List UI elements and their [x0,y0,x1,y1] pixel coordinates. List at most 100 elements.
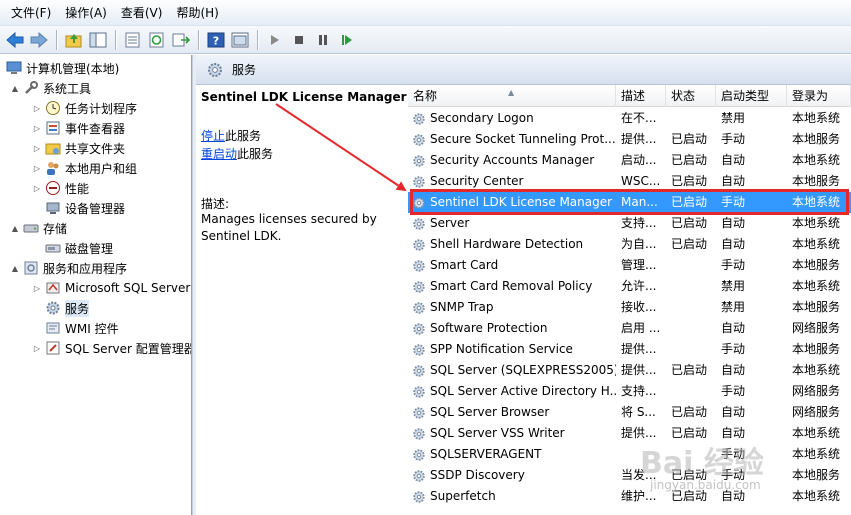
service-status [666,339,716,360]
service-description-pane: Sentinel LDK License Manager 停止此服务 重启动此服… [196,85,407,515]
table-row[interactable]: Smart Card Removal Policy 允许... 禁用 本地系统 [408,276,851,297]
table-row[interactable]: Software Protection 启用 ... 自动 网络服务 [408,318,851,339]
table-row[interactable]: SQL Server VSS Writer 提供... 已启动 自动 本地系统 [408,423,851,444]
tree-item[interactable]: ▷ 本地用户和组 [32,158,137,178]
table-row[interactable]: SNMP Trap 接收... 禁用 本地服务 [408,297,851,318]
menu-help[interactable]: 帮助(H) [169,2,225,24]
column-name[interactable]: 名称 ▲ [408,85,616,107]
table-row[interactable]: Secondary Logon 在不... 禁用 本地系统 [408,108,851,129]
expand-toggle-icon[interactable]: ▷ [32,184,42,193]
tree-item[interactable]: ▲ 系统工具 [10,78,91,98]
service-name-text: Superfetch [430,489,496,503]
tree-item-label: WMI 控件 [65,321,119,336]
menu-file[interactable]: 文件(F) [4,2,58,24]
computer-icon [6,60,22,76]
service-name: Shell Hardware Detection [408,234,616,255]
stop-icon[interactable] [288,29,310,51]
table-row[interactable]: Secure Socket Tunneling Prot... 提供... 已启动手… [408,129,851,150]
refresh-icon[interactable] [146,29,168,51]
sort-ascending-icon: ▲ [508,88,515,97]
service-name: SSDP Discovery [408,465,616,486]
table-row[interactable]: Security Accounts Manager 启动... 已启动 自动 本地系统 [408,150,851,171]
table-row[interactable]: Smart Card 管理... 手动 本地服务 [408,255,851,276]
expand-toggle-icon[interactable]: ▷ [32,344,42,353]
properties-icon[interactable] [122,29,144,51]
menu-view[interactable]: 查看(V) [114,2,170,24]
tree-item[interactable]: WMI 控件 [32,318,119,338]
stop-service-row: 停止此服务 [201,127,261,144]
table-row[interactable]: Shell Hardware Detection 为自... 已启动 自动 本地系统 [408,234,851,255]
service-name-text: Server [430,216,470,230]
table-row[interactable]: SQL Server Browser 将 S... 已启动 自动 网络服务 [408,402,851,423]
expand-toggle-icon[interactable]: ▲ [10,264,20,273]
pause-icon[interactable] [312,29,334,51]
column-description[interactable]: 描述 [616,85,666,107]
service-name-text: Sentinel LDK License Manager [430,195,613,209]
clock-icon [45,100,61,116]
table-row[interactable]: SSDP Discovery 当发... 已启动 手动 本地服务 [408,465,851,486]
expand-toggle-icon[interactable]: ▷ [32,104,42,113]
table-row[interactable]: SQL Server Active Directory H... 支持... 手动 网… [408,381,851,402]
show-tree-icon[interactable] [87,29,109,51]
device-manager-icon [45,200,61,216]
expand-toggle-icon[interactable]: ▷ [32,164,42,173]
forward-icon[interactable] [28,29,50,51]
restart-icon[interactable] [336,29,358,51]
expand-toggle-icon[interactable]: ▲ [10,224,20,233]
column-startup-type[interactable]: 启动类型 [716,85,787,107]
tree-item[interactable]: ▷ 任务计划程序 [32,98,137,118]
restart-service-link[interactable]: 重启动 [201,147,237,161]
tree-item[interactable]: ▲ 存储 [10,218,67,238]
service-description: 启动... [621,153,657,167]
service-startup-type: 手动 [721,384,746,398]
tree-item[interactable]: ▷ SQL Server 配置管理器 [32,338,191,358]
expand-toggle-icon[interactable]: ▷ [32,284,42,293]
service-name: Security Accounts Manager [408,150,616,171]
menu-bar: 文件(F) 操作(A) 查看(V) 帮助(H) [0,0,851,26]
table-row[interactable]: Server 支持... 已启动 自动 本地系统 [408,213,851,234]
service-gear-icon [412,280,426,294]
menu-action[interactable]: 操作(A) [58,2,114,24]
stop-service-link[interactable]: 停止 [201,129,225,143]
service-gear-icon [412,364,426,378]
service-description: 提供... [621,342,657,356]
tree-item[interactable]: 磁盘管理 [32,238,113,258]
table-row[interactable]: SQLSERVERAGENT 手动 本地系统 [408,444,851,465]
service-name-text: SQLSERVERAGENT [430,447,542,461]
back-icon[interactable] [4,29,26,51]
service-status [666,318,716,339]
service-startup-type: 自动 [721,174,746,188]
table-row[interactable]: SPP Notification Service 提供... 手动 本地服务 [408,339,851,360]
table-row[interactable]: Security Center WSC... 已启动 自动 本地服务 [408,171,851,192]
help-icon[interactable]: ? [205,29,227,51]
service-logon-as: 本地服务 [792,300,841,314]
tree-item[interactable]: ▷ 性能 [32,178,89,198]
column-status[interactable]: 状态 [666,85,716,107]
expand-toggle-icon[interactable]: ▷ [32,124,42,133]
table-row[interactable]: Superfetch 维护... 已启动 自动 本地系统 [408,486,851,507]
tree-item[interactable]: ▷ 共享文件夹 [32,138,125,158]
console-icon[interactable] [229,29,251,51]
service-name-text: SPP Notification Service [430,342,573,356]
up-folder-icon[interactable] [63,29,85,51]
expand-toggle-icon[interactable]: ▲ [10,84,20,93]
toolbar: ? [0,26,851,54]
expand-toggle-icon[interactable]: ▷ [32,144,42,153]
service-name: SQL Server Active Directory H... [408,381,616,402]
tree-item[interactable]: ▷ 事件查看器 [32,118,125,138]
service-status: 已启动 [671,153,708,167]
service-name: Secure Socket Tunneling Prot... [408,129,616,150]
column-logon-as[interactable]: 登录为 [787,85,851,107]
table-row[interactable]: Sentinel LDK License Manager Man... 已启动 手动 本… [408,192,851,213]
tree-item[interactable]: ▲ 服务和应用程序 [10,258,127,278]
users-icon [45,160,61,176]
play-icon[interactable] [264,29,286,51]
tree-item[interactable]: 设备管理器 [32,198,125,218]
gear-icon [45,300,61,316]
tree-item[interactable]: 计算机管理(本地) [6,58,119,78]
export-icon[interactable] [170,29,192,51]
tree-item[interactable]: 服务 [32,298,90,318]
tree-item[interactable]: ▷ Microsoft SQL Server [32,278,190,298]
table-row[interactable]: SQL Server (SQLEXPRESS2005) 提供... 已启动 自动 本地系… [408,360,851,381]
event-viewer-icon [45,120,61,136]
